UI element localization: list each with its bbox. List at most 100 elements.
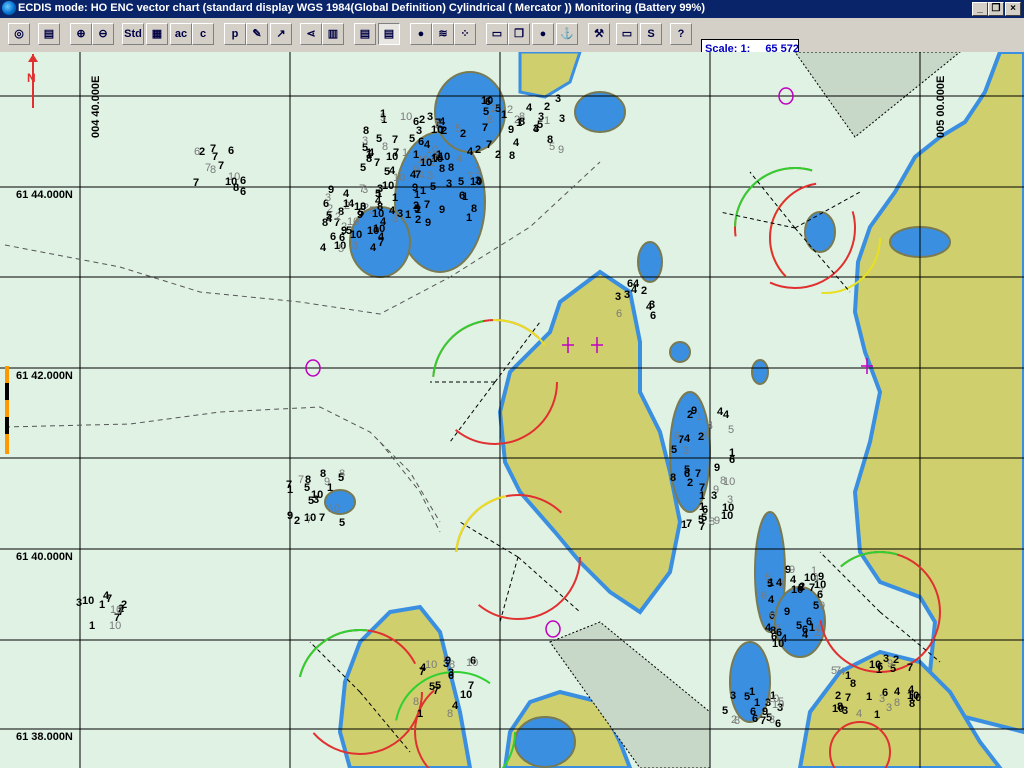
sounding: 5 [722, 705, 728, 717]
sounding: 9 [439, 204, 445, 216]
sounding: 5 [549, 141, 555, 153]
help-icon[interactable]: ? [670, 23, 692, 45]
pages-icon[interactable]: ❒ [508, 23, 530, 45]
sounding: 4 [908, 684, 915, 696]
sounding: 3 [416, 125, 422, 137]
sounding: 1 [402, 147, 408, 159]
sounding: 4 [813, 573, 819, 585]
zoom-in-icon[interactable]: ⊕ [70, 23, 92, 45]
sounding: 10 [420, 157, 432, 169]
sounding: 2 [294, 515, 300, 527]
standard-display-icon[interactable]: Std [122, 23, 144, 45]
sounding: 7 [374, 157, 380, 169]
dot-point-icon[interactable]: ● [410, 23, 432, 45]
close-button[interactable]: × [1005, 2, 1021, 16]
sounding: 7 [486, 139, 492, 151]
sounding: 1 [768, 577, 774, 589]
sounding: 5 [338, 472, 344, 484]
sounding: 3 [397, 208, 403, 220]
sounding: 10 [466, 657, 478, 669]
app-globe-icon [2, 1, 16, 15]
layers-icon[interactable]: ▦ [146, 23, 168, 45]
sounding: 3 [448, 667, 454, 679]
sounding: 2 [491, 103, 497, 115]
sounding: 7 [699, 482, 705, 494]
sounding: 8 [509, 150, 515, 162]
table-grid-icon[interactable]: ▥ [322, 23, 344, 45]
pencil-p-icon[interactable]: p [224, 23, 246, 45]
latitude-label: 61 42.000N [16, 370, 73, 382]
sounding: 7 [378, 237, 384, 249]
sounding: 5 [339, 517, 345, 529]
folder-open-icon[interactable]: ▭ [486, 23, 508, 45]
sounding: 2 [544, 101, 550, 113]
sounding: 8 [709, 516, 715, 528]
printer-icon[interactable]: ▭ [616, 23, 638, 45]
sounding: 2 [641, 285, 647, 297]
sounding: 10 [328, 503, 340, 515]
zoom-out-icon[interactable]: ⊖ [92, 23, 114, 45]
sounding: 4 [631, 284, 638, 296]
sounding: 9 [412, 182, 418, 194]
latitude-label: 61 44.000N [16, 189, 73, 201]
title-bar: ECDIS mode: HO ENC vector chart (standar… [0, 0, 1024, 18]
sounding: 3 [352, 240, 358, 252]
sounding: 2 [495, 149, 501, 161]
sounding: 1 [436, 149, 442, 161]
sounding: 3 [377, 183, 383, 195]
sounding: 2 [507, 104, 513, 116]
ring-buoy-icon[interactable]: ◎ [8, 23, 30, 45]
chart-book-icon[interactable]: ▤ [38, 23, 60, 45]
sounding: 7 [835, 665, 841, 677]
restore-button[interactable]: ❐ [988, 2, 1004, 16]
draw-pencil-icon[interactable]: ✎ [246, 23, 268, 45]
sounding: 1 [866, 691, 872, 703]
hammer-icon[interactable]: ⚒ [588, 23, 610, 45]
minimize-button[interactable]: _ [972, 2, 988, 16]
s-curve-icon[interactable]: S [640, 23, 662, 45]
sounding: 9 [287, 510, 293, 522]
sounding: 8 [413, 696, 419, 708]
sounding: 1 [380, 108, 386, 120]
sounding: 4 [456, 153, 462, 165]
rock-cluster [574, 91, 626, 133]
sounding: 8 [670, 472, 676, 484]
draw-line-icon[interactable]: ↗ [270, 23, 292, 45]
fit-view-icon[interactable]: ⁘ [454, 23, 476, 45]
traffic-light-icon[interactable]: ● [532, 23, 554, 45]
sounding: 4 [370, 242, 377, 254]
sounding: 3 [624, 289, 630, 301]
sounding: 4 [513, 137, 520, 149]
sounding: 6 [761, 590, 767, 602]
sounding: 5 [414, 203, 420, 215]
tides-icon[interactable]: ≋ [432, 23, 454, 45]
sounding: 10 [225, 176, 237, 188]
open-book-active-icon[interactable]: ▤ [378, 23, 400, 45]
sounding: 7 [319, 512, 325, 524]
contour-c-icon[interactable]: c [192, 23, 214, 45]
anchor-icon[interactable]: ⚓ [556, 23, 578, 45]
sounding: 1 [420, 185, 426, 197]
sounding: 4 [768, 594, 775, 606]
sounding: 9 [784, 606, 790, 618]
sounding: 3 [555, 93, 561, 105]
sounding: 4 [815, 623, 821, 635]
sounding: 10 [723, 476, 735, 488]
sounding: 6 [674, 430, 680, 442]
sounding: 6 [194, 146, 200, 158]
sounding: 8 [734, 715, 740, 727]
open-book-icon[interactable]: ▤ [354, 23, 376, 45]
sounding: 3 [559, 113, 565, 125]
sounding: 5 [458, 176, 464, 188]
sounding: 1 [392, 192, 398, 204]
rock-cluster [804, 211, 836, 253]
sounding: 3 [362, 184, 368, 196]
sounding: 3 [730, 690, 736, 702]
sounding: 6 [877, 661, 883, 673]
nautical-chart[interactable]: 4910421744101485822718310312489572457101… [0, 52, 1024, 768]
sounding: 6 [228, 145, 234, 157]
share-nodes-icon[interactable]: ⋖ [300, 23, 322, 45]
sounding: 9 [789, 564, 795, 576]
sounding: 7 [424, 199, 430, 211]
text-labels-icon[interactable]: ac [170, 23, 192, 45]
